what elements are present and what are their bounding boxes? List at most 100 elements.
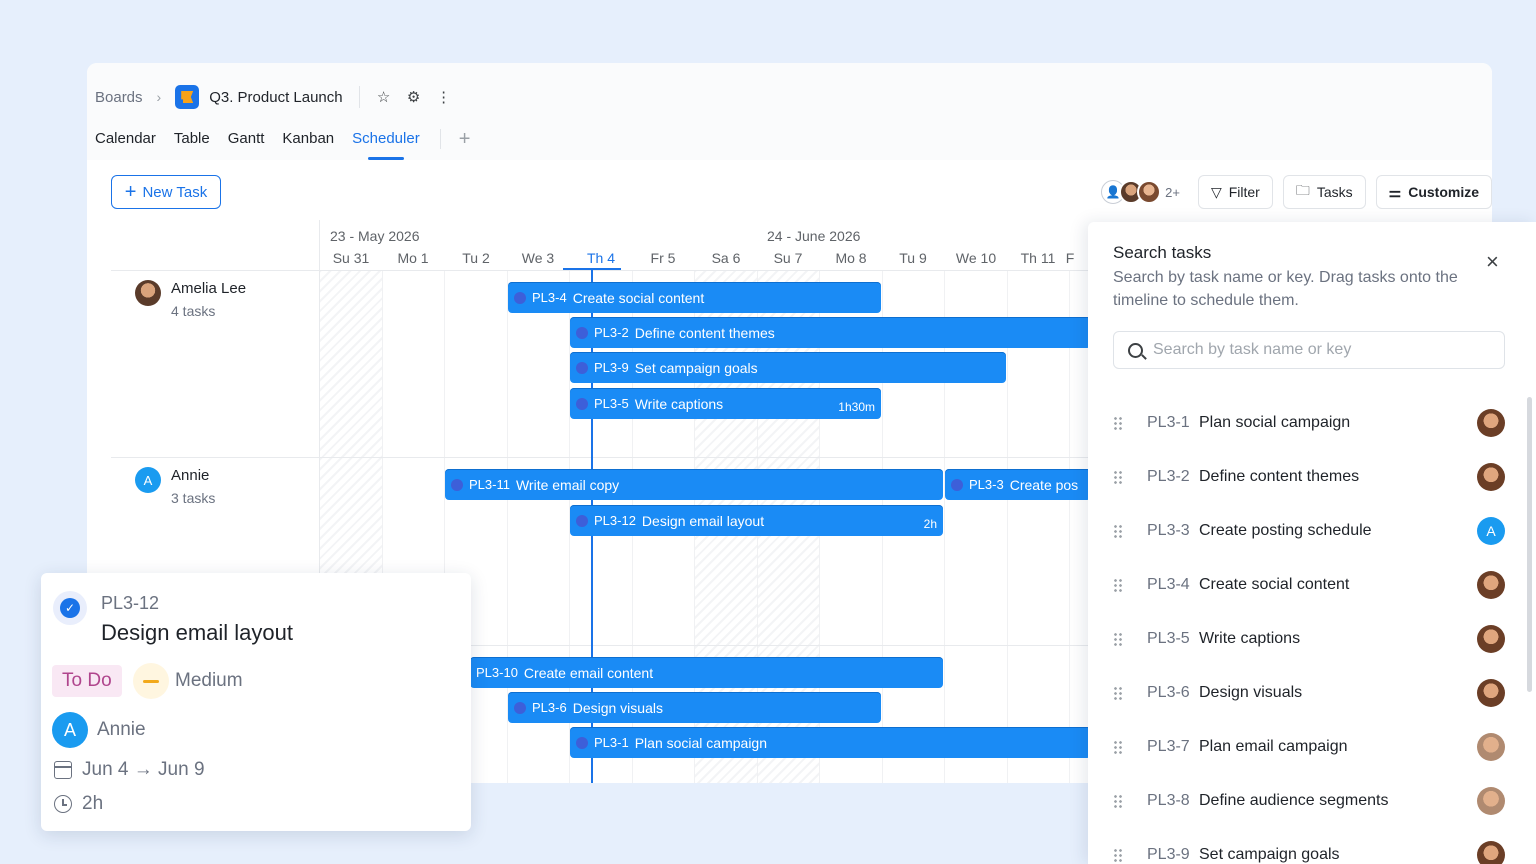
tab-table[interactable]: Table	[174, 127, 210, 151]
day-label: Fr 5	[650, 250, 676, 266]
avatar	[1477, 463, 1505, 491]
drag-handle-icon[interactable]	[1113, 524, 1123, 538]
task-key: PL3-4	[532, 290, 567, 305]
drag-handle-icon[interactable]	[1113, 632, 1123, 646]
board-header: Boards › Q3. Product Launch ☆ ⚙ ⋮ Calend…	[87, 63, 1492, 160]
task-key: PL3-6	[532, 700, 567, 715]
unscheduled-task-item[interactable]: PL3-1 Plan social campaign	[1113, 403, 1505, 443]
status-dot-icon	[951, 478, 963, 491]
task-key: PL3-3	[969, 477, 1004, 492]
clock-icon	[54, 795, 72, 813]
customize-button[interactable]: ⚌ Customize	[1375, 175, 1492, 209]
resource-name: Amelia Lee	[171, 280, 247, 297]
task-name: Plan social campaign	[634, 734, 767, 751]
tab-kanban[interactable]: Kanban	[282, 127, 334, 151]
time-estimate[interactable]: 2h	[82, 793, 103, 815]
task-name: Create pos	[1009, 476, 1079, 493]
task-bar[interactable]: PL3-11 Write email copy	[445, 469, 943, 500]
avatar	[1477, 409, 1505, 437]
tab-calendar[interactable]: Calendar	[95, 127, 156, 151]
task-type-icon: ✓	[53, 591, 87, 625]
task-key: PL3-9	[1147, 846, 1190, 863]
card-task-title: Design email layout	[101, 620, 293, 645]
breadcrumb-boards[interactable]: Boards	[95, 89, 143, 106]
task-key: PL3-7	[1147, 738, 1190, 755]
date-range[interactable]: Jun 4 → Jun 9	[82, 759, 205, 781]
star-icon[interactable]: ☆	[374, 87, 394, 107]
task-detail-card[interactable]: ✓ PL3-12 Design email layout To Do Mediu…	[41, 573, 471, 831]
unscheduled-task-item[interactable]: PL3-7 Plan email campaign	[1113, 727, 1505, 767]
add-view-icon[interactable]: +	[459, 129, 471, 149]
tab-scheduler[interactable]: Scheduler	[352, 127, 420, 160]
resource-task-count: 4 tasks	[171, 303, 216, 319]
status-badge[interactable]: To Do	[52, 665, 122, 697]
search-input[interactable]	[1153, 341, 1483, 359]
new-task-label: New Task	[142, 183, 208, 201]
unscheduled-task-item[interactable]: PL3-5 Write captions	[1113, 619, 1505, 659]
task-bar[interactable]: PL3-10 Create email content	[470, 657, 943, 688]
status-dot-icon	[514, 701, 526, 714]
search-icon	[1128, 342, 1143, 358]
filter-button[interactable]: ▽ Filter	[1197, 175, 1273, 209]
search-box[interactable]	[1113, 331, 1505, 369]
task-key: PL3-1	[1147, 414, 1190, 431]
more-vertical-icon[interactable]: ⋮	[434, 87, 454, 107]
drag-handle-icon[interactable]	[1113, 740, 1123, 754]
task-key: PL3-11	[469, 477, 510, 492]
day-label: We 3	[521, 250, 555, 266]
tab-gantt[interactable]: Gantt	[228, 127, 265, 151]
priority-medium-icon	[133, 663, 169, 699]
assignee-name[interactable]: Annie	[97, 719, 146, 741]
drag-handle-icon[interactable]	[1113, 848, 1123, 862]
day-label: Mo 1	[397, 250, 429, 266]
filter-label: Filter	[1228, 184, 1260, 200]
task-key: PL3-2	[1147, 468, 1190, 485]
drag-handle-icon[interactable]	[1113, 686, 1123, 700]
priority-label[interactable]: Medium	[175, 670, 243, 692]
unscheduled-task-item[interactable]: PL3-2 Define content themes	[1113, 457, 1505, 497]
task-name: Define content themes	[1199, 468, 1360, 485]
task-name: Design visuals	[572, 699, 663, 716]
drag-handle-icon[interactable]	[1113, 578, 1123, 592]
task-bar[interactable]: PL3-6 Design visuals	[508, 692, 881, 723]
unscheduled-task-item[interactable]: PL3-4 Create social content	[1113, 565, 1505, 605]
avatar	[1477, 625, 1505, 653]
task-bar[interactable]: PL3-9 Set campaign goals	[570, 352, 1006, 383]
day-label: Tu 2	[462, 250, 490, 266]
task-key: PL3-6	[1147, 684, 1190, 701]
task-name: Create posting schedule	[1199, 522, 1372, 539]
task-bar[interactable]: PL3-1 Plan social campaign	[570, 727, 1091, 758]
unscheduled-task-item[interactable]: PL3-3 Create posting schedule A	[1113, 511, 1505, 551]
drag-handle-icon[interactable]	[1113, 794, 1123, 808]
unscheduled-task-item[interactable]: PL3-6 Design visuals	[1113, 673, 1505, 713]
new-task-button[interactable]: + New Task	[111, 175, 221, 209]
resource-task-count: 3 tasks	[171, 490, 216, 506]
avatar	[1477, 733, 1505, 761]
card-task-key: PL3-12	[101, 593, 160, 613]
task-name: Plan social campaign	[1199, 414, 1351, 431]
task-bar[interactable]: PL3-12 Design email layout 2h	[570, 505, 943, 536]
drag-handle-icon[interactable]	[1113, 416, 1123, 430]
project-title[interactable]: Q3. Product Launch	[209, 89, 342, 106]
task-key: PL3-9	[594, 360, 629, 375]
close-icon[interactable]: ×	[1486, 251, 1499, 273]
resource-amelia-lee[interactable]: Amelia Lee 4 tasks	[135, 280, 246, 319]
unscheduled-task-item[interactable]: PL3-9 Set campaign goals	[1113, 835, 1505, 864]
avatar	[1477, 571, 1505, 599]
avatar-more-count: 2+	[1165, 184, 1180, 200]
settings-icon[interactable]: ⚙	[404, 87, 424, 107]
avatar-stack[interactable]: 👤 2+	[1101, 180, 1180, 204]
task-bar[interactable]: PL3-2 Define content themes	[570, 317, 1091, 348]
tasks-button[interactable]: 🗀 Tasks	[1282, 175, 1366, 209]
sliders-icon: ⚌	[1388, 183, 1402, 200]
task-bar[interactable]: PL3-4 Create social content	[508, 282, 881, 313]
scrollbar[interactable]	[1527, 397, 1532, 692]
task-bar[interactable]: PL3-5 Write captions 1h30m	[570, 388, 881, 419]
drag-handle-icon[interactable]	[1113, 470, 1123, 484]
task-bar[interactable]: PL3-3 Create pos	[945, 469, 1091, 500]
unscheduled-task-item[interactable]: PL3-8 Define audience segments	[1113, 781, 1505, 821]
resource-annie[interactable]: A Annie 3 tasks	[135, 467, 215, 506]
task-name: Create social content	[572, 289, 705, 306]
toolbar: 👤 2+ ▽ Filter 🗀 Tasks ⚌ Customize	[1101, 175, 1492, 209]
day-label-today: Th 4	[586, 250, 615, 266]
